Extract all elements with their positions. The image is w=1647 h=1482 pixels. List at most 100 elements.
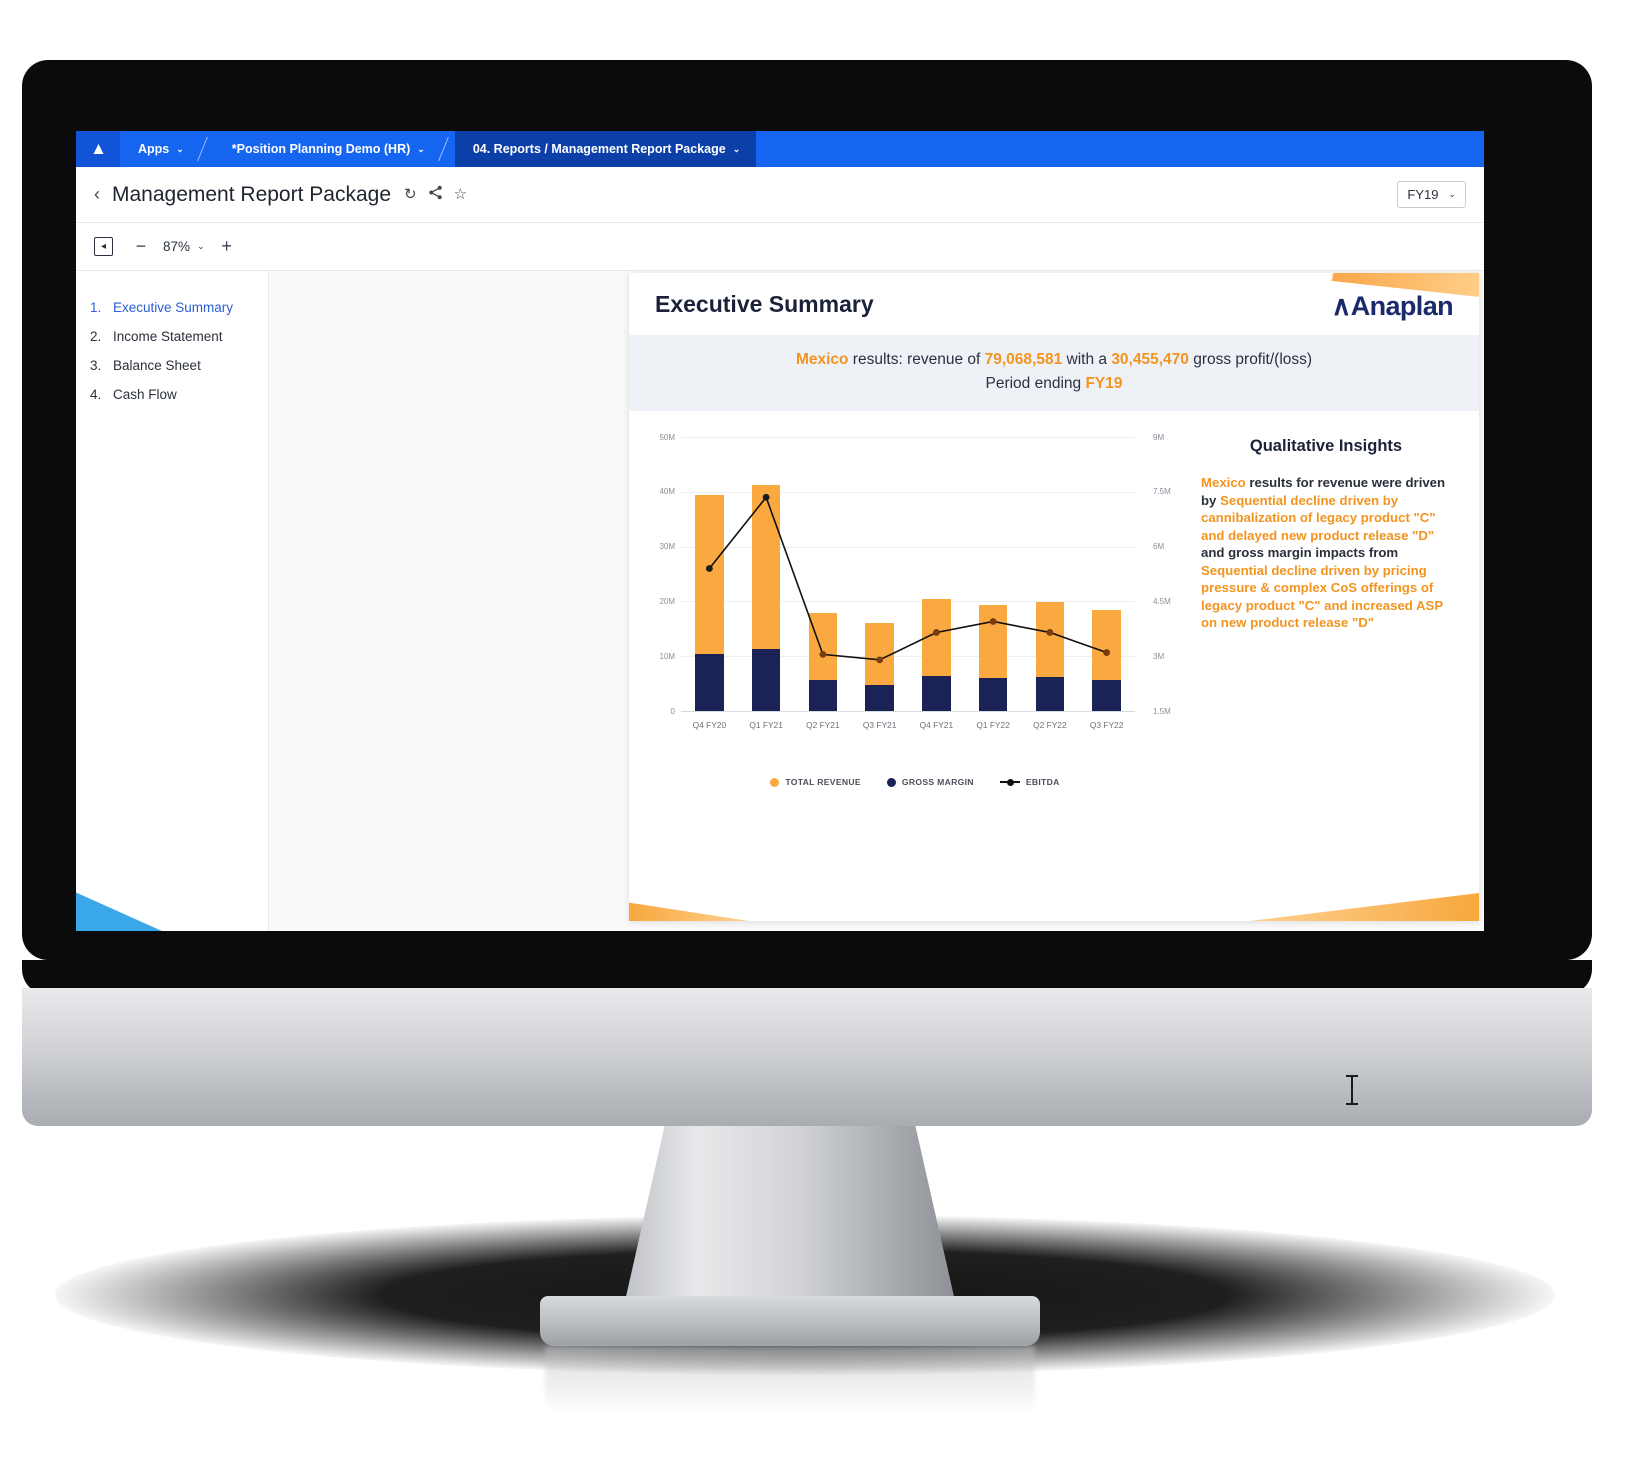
legend-label: TOTAL REVENUE [785,777,861,788]
fiscal-year-select[interactable]: FY19 ⌄ [1397,181,1466,208]
y-axis-left-tick: 0 [670,706,675,716]
x-axis-tick-label: Q4 FY21 [919,720,954,731]
report-page: Executive Summary ∧Anaplan Mexico result… [629,273,1479,921]
chart-gridline [681,601,1135,603]
qualitative-insights-title: Qualitative Insights [1249,437,1403,456]
zoom-level-select[interactable]: 87% ⌄ [163,239,205,254]
nav-crumb-workspace[interactable]: *Position Planning Demo (HR) ⌄ [214,131,441,167]
subtitle-period-value: FY19 [1085,375,1123,393]
legend-item-ebitda[interactable]: EBITDA [999,777,1060,787]
chart-gridline [681,656,1135,658]
share-icon-svg [428,185,442,200]
insights-segment-0: Mexico [1201,475,1246,491]
zoom-level-value: 87% [163,239,191,254]
bar-gross-margin[interactable] [1092,679,1121,712]
y-axis-right-tick: 6M [1153,542,1165,552]
chart-bar-group[interactable] [922,599,951,712]
y-axis-left-tick: 10M [659,651,675,661]
outline-number: 2. [90,329,102,344]
legend-item-total-revenue[interactable]: TOTAL REVENUE [770,777,861,787]
viewer-toolbar: ◂ − 87% ⌄ + [76,223,1484,271]
back-chevron-icon[interactable]: ‹ [94,184,100,205]
bar-gross-margin[interactable] [1035,676,1065,712]
y-axis-left-tick: 20M [659,596,675,606]
report-title: Executive Summary [655,290,874,317]
subtitle-text-2: with a [1062,351,1112,368]
subtitle-gross-profit-value: 30,455,470 [1111,351,1189,368]
nav-crumb-apps[interactable]: Apps ⌄ [120,131,200,167]
x-axis-tick-label: Q1 FY21 [749,720,783,731]
report-subtitle-line-2: Period ending FY19 [649,372,1459,396]
chart-bar-group[interactable] [1092,610,1121,712]
zoom-in-button[interactable]: + [219,236,235,257]
y-axis-left-tick: 30M [659,542,675,552]
viewer-body: 1. Executive Summary 2. Income Statement… [76,271,1484,931]
anaplan-wordmark-text: Anaplan [1350,291,1454,321]
legend-line-icon [999,778,1020,786]
monitor-chin [22,988,1592,1126]
sidebar-item-balance-sheet[interactable]: 3. Balance Sheet [76,351,268,380]
chevron-down-icon: ⌄ [197,241,205,251]
outline-label: Balance Sheet [113,358,201,373]
share-icon[interactable] [428,185,443,204]
legend-label: GROSS MARGIN [901,777,974,788]
monitor-stand-neck [625,1126,955,1301]
sidebar-item-income-statement[interactable]: 2. Income Statement [76,322,268,351]
report-canvas[interactable]: Executive Summary ∧Anaplan Mexico result… [269,271,1484,931]
executive-summary-chart[interactable]: TOTAL REVENUE GROSS MARGIN EBITDA 0 10M 20M 3… [635,425,1195,788]
bar-gross-margin[interactable] [865,684,894,712]
report-accent-left [629,902,749,921]
top-navigation-bar: ▲ Apps ⌄ *Position Planning Demo (HR) ⌄ … [76,131,1484,167]
outline-number: 1. [90,300,102,315]
subtitle-region: Mexico [795,351,849,368]
chart-bar-group[interactable] [808,613,838,712]
qualitative-insights-panel: Qualitative Insights Mexico results for … [1195,425,1467,745]
outline-label: Income Statement [113,329,223,344]
chart-bar-group[interactable] [865,622,894,712]
legend-dot-icon [770,777,780,787]
bar-gross-margin[interactable] [808,680,838,712]
subtitle-text-1: results: revenue of [848,351,985,368]
chevron-down-icon: ⌄ [1448,189,1456,199]
legend-dot-icon [886,777,896,787]
x-axis-tick-label: Q2 FY22 [1033,720,1067,731]
bar-gross-margin[interactable] [695,654,724,712]
bar-gross-margin[interactable] [978,678,1008,712]
anaplan-logo-icon[interactable]: ▲ [76,131,120,167]
insights-segment-2: Sequential decline driven by cannibaliza… [1201,492,1436,543]
monitor-stand-base [540,1296,1040,1346]
screen-viewport: ▲ Apps ⌄ *Position Planning Demo (HR) ⌄ … [76,131,1484,931]
report-header: Executive Summary ∧Anaplan [629,273,1479,335]
y-axis-left-tick: 50M [659,432,675,442]
y-axis-right-tick: 3M [1153,651,1165,661]
chart-bar-group[interactable] [1035,601,1065,712]
chevron-down-icon: ⌄ [732,143,741,154]
chart-gridline [681,491,1135,493]
outline-number: 3. [90,358,102,373]
page-title-bar: ‹ Management Report Package ↻ ☆ FY19 ⌄ [76,167,1484,223]
chart-bar-group[interactable] [751,484,781,712]
report-subtitle-band: Mexico results: revenue of 79,068,581 wi… [629,335,1479,412]
sidebar-item-cash-flow[interactable]: 4. Cash Flow [76,380,268,409]
legend-item-gross-margin[interactable]: GROSS MARGIN [886,777,974,788]
subtitle-revenue-value: 79,068,581 [984,351,1063,368]
fiscal-year-value: FY19 [1407,187,1439,202]
chart-bar-group[interactable] [978,604,1008,712]
nav-crumb-workspace-label: *Position Planning Demo (HR) [231,142,411,156]
favorite-star-icon[interactable]: ☆ [454,185,467,204]
y-axis-right-tick: 7.5M [1153,487,1171,497]
outline-panel-toggle-button[interactable]: ◂ [94,237,113,256]
bar-gross-margin[interactable] [922,675,951,712]
outline-label: Executive Summary [113,300,234,315]
outline-label: Cash Flow [113,387,177,402]
nav-crumb-report-package[interactable]: 04. Reports / Management Report Package … [454,131,757,167]
refresh-icon[interactable]: ↻ [404,185,417,204]
sidebar-item-executive-summary[interactable]: 1. Executive Summary [76,293,268,322]
y-axis-right-tick: 4.5M [1153,596,1171,606]
chart-bar-group[interactable] [695,494,724,712]
outline-sidebar: 1. Executive Summary 2. Income Statement… [76,271,269,931]
insights-segment-3: and gross margin impacts from [1201,545,1399,561]
bar-gross-margin[interactable] [751,649,781,712]
zoom-out-button[interactable]: − [133,236,149,257]
nav-separator [200,131,214,167]
